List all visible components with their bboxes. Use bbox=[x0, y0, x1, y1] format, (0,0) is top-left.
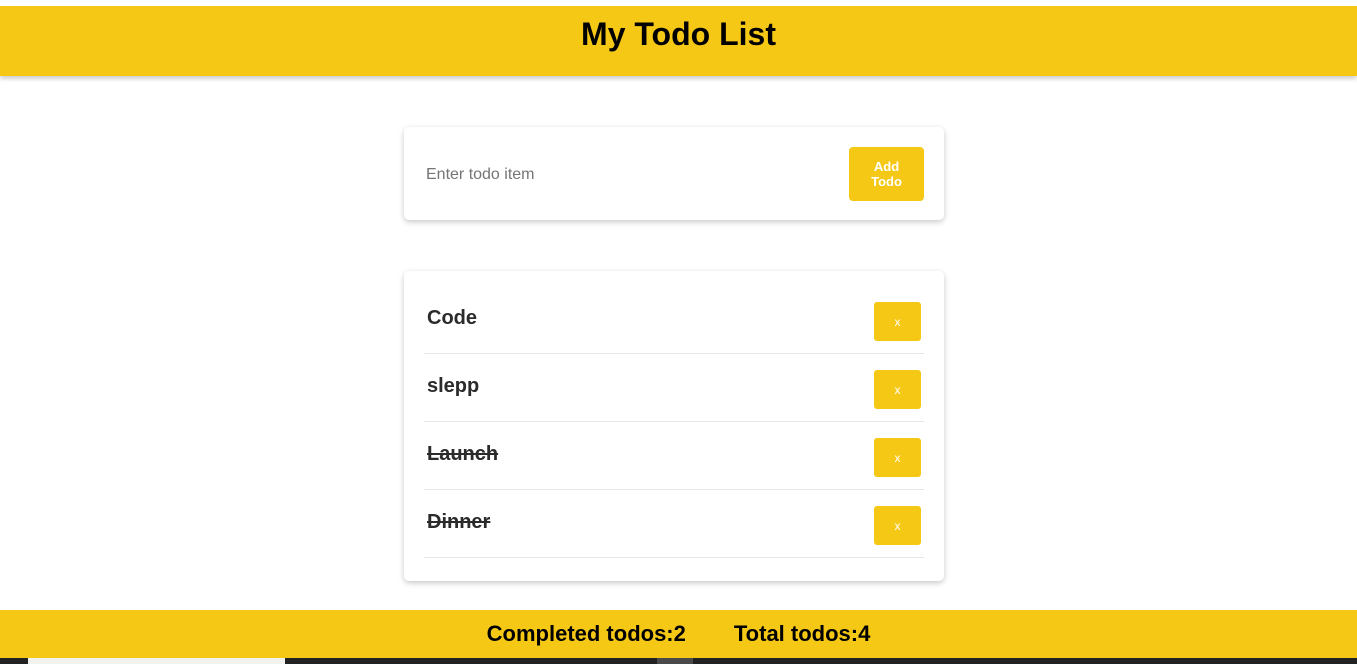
app-header: My Todo List bbox=[0, 6, 1357, 76]
taskbar-item bbox=[657, 658, 693, 664]
todo-text-completed[interactable]: Dinner bbox=[427, 511, 490, 534]
todo-item[interactable]: Dinner x bbox=[424, 490, 924, 558]
todo-item[interactable]: Code x bbox=[424, 286, 924, 354]
todo-text-completed[interactable]: Launch bbox=[427, 443, 498, 466]
todo-list: Code x slepp x Launch x Dinner x bbox=[424, 286, 924, 558]
stats-footer: Completed todos:2 Total todos:4 bbox=[0, 610, 1357, 658]
todo-text[interactable]: slepp bbox=[427, 375, 479, 398]
delete-todo-button[interactable]: x bbox=[874, 302, 921, 341]
todo-input[interactable] bbox=[424, 157, 808, 193]
completed-count: Completed todos:2 bbox=[486, 621, 686, 646]
delete-todo-button[interactable]: x bbox=[874, 370, 921, 409]
taskbar-thumbnail bbox=[28, 658, 285, 664]
todo-text[interactable]: Code bbox=[427, 307, 477, 330]
todo-item[interactable]: Launch x bbox=[424, 422, 924, 490]
add-todo-button[interactable]: Add Todo bbox=[849, 147, 924, 201]
total-count: Total todos:4 bbox=[733, 621, 871, 646]
add-todo-card: Add Todo bbox=[404, 127, 944, 220]
todo-item[interactable]: slepp x bbox=[424, 354, 924, 422]
delete-todo-button[interactable]: x bbox=[874, 506, 921, 545]
page-title: My Todo List bbox=[581, 16, 776, 52]
delete-todo-button[interactable]: x bbox=[874, 438, 921, 477]
todo-list-card: Code x slepp x Launch x Dinner x bbox=[404, 271, 944, 581]
taskbar-strip bbox=[0, 658, 1357, 664]
